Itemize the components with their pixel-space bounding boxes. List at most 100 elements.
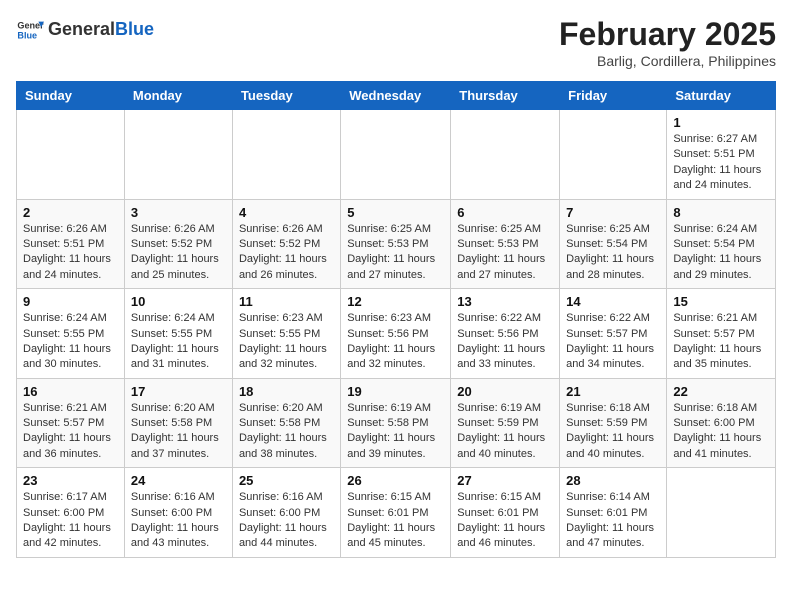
weekday-header-row: SundayMondayTuesdayWednesdayThursdayFrid… [17, 82, 776, 110]
calendar-week-row: 9 Sunrise: 6:24 AM Sunset: 5:55 PM Daylig… [17, 289, 776, 379]
logo-general-text: General [48, 19, 115, 39]
calendar-cell: 9 Sunrise: 6:24 AM Sunset: 5:55 PM Daylig… [17, 289, 125, 379]
logo-blue-text: Blue [115, 19, 154, 39]
calendar-cell: 8 Sunrise: 6:24 AM Sunset: 5:54 PM Daylig… [667, 199, 776, 289]
calendar-cell: 10Sunrise: 6:24 AM Sunset: 5:55 PM Dayli… [124, 289, 232, 379]
day-info: Sunrise: 6:20 AM Sunset: 5:58 PM Dayligh… [239, 401, 334, 463]
day-info: Sunrise: 6:20 AM Sunset: 5:58 PM Dayligh… [131, 401, 226, 463]
day-number: 25 [239, 473, 334, 488]
calendar-cell: 19 Sunrise: 6:19 AM Sunset: 5:58 PM Dayli… [341, 378, 451, 468]
weekday-header-wednesday: Wednesday [341, 82, 451, 110]
weekday-header-sunday: Sunday [17, 82, 125, 110]
day-info: Sunrise: 6:23 AM Sunset: 5:56 PM Dayligh… [347, 311, 444, 373]
day-info: Sunrise: 6:15 AM Sunset: 6:01 PM Dayligh… [347, 490, 444, 552]
day-number: 19 [347, 384, 444, 399]
calendar-cell: 16 Sunrise: 6:21 AM Sunset: 5:57 PM Dayli… [17, 378, 125, 468]
day-info: Sunrise: 6:14 AM Sunset: 6:01 PM Dayligh… [566, 490, 660, 552]
calendar-cell: 11 Sunrise: 6:23 AM Sunset: 5:55 PM Dayli… [232, 289, 340, 379]
weekday-header-thursday: Thursday [451, 82, 560, 110]
calendar-cell: 2 Sunrise: 6:26 AM Sunset: 5:51 PM Daylig… [17, 199, 125, 289]
svg-text:Blue: Blue [17, 30, 37, 40]
day-info: Sunrise: 6:25 AM Sunset: 5:53 PM Dayligh… [457, 222, 553, 284]
day-info: Sunrise: 6:22 AM Sunset: 5:57 PM Dayligh… [566, 311, 660, 373]
calendar-week-row: 2 Sunrise: 6:26 AM Sunset: 5:51 PM Daylig… [17, 199, 776, 289]
day-number: 9 [23, 294, 118, 309]
weekday-header-friday: Friday [560, 82, 667, 110]
weekday-header-monday: Monday [124, 82, 232, 110]
day-info: Sunrise: 6:24 AM Sunset: 5:54 PM Dayligh… [673, 222, 769, 284]
title-block: February 2025 Barlig, Cordillera, Philip… [559, 16, 776, 69]
day-info: Sunrise: 6:26 AM Sunset: 5:52 PM Dayligh… [131, 222, 226, 284]
calendar-cell: 7 Sunrise: 6:25 AM Sunset: 5:54 PM Daylig… [560, 199, 667, 289]
calendar-cell: 22Sunrise: 6:18 AM Sunset: 6:00 PM Dayli… [667, 378, 776, 468]
day-number: 26 [347, 473, 444, 488]
day-info: Sunrise: 6:16 AM Sunset: 6:00 PM Dayligh… [239, 490, 334, 552]
day-number: 2 [23, 205, 118, 220]
day-info: Sunrise: 6:21 AM Sunset: 5:57 PM Dayligh… [23, 401, 118, 463]
calendar-cell: 6 Sunrise: 6:25 AM Sunset: 5:53 PM Daylig… [451, 199, 560, 289]
calendar-cell: 17 Sunrise: 6:20 AM Sunset: 5:58 PM Dayli… [124, 378, 232, 468]
day-number: 7 [566, 205, 660, 220]
calendar-cell: 21 Sunrise: 6:18 AM Sunset: 5:59 PM Dayli… [560, 378, 667, 468]
day-info: Sunrise: 6:26 AM Sunset: 5:51 PM Dayligh… [23, 222, 118, 284]
day-number: 17 [131, 384, 226, 399]
day-number: 18 [239, 384, 334, 399]
day-info: Sunrise: 6:18 AM Sunset: 5:59 PM Dayligh… [566, 401, 660, 463]
calendar-week-row: 16 Sunrise: 6:21 AM Sunset: 5:57 PM Dayli… [17, 378, 776, 468]
day-number: 5 [347, 205, 444, 220]
calendar-cell: 4 Sunrise: 6:26 AM Sunset: 5:52 PM Daylig… [232, 199, 340, 289]
day-number: 11 [239, 294, 334, 309]
day-info: Sunrise: 6:26 AM Sunset: 5:52 PM Dayligh… [239, 222, 334, 284]
day-number: 8 [673, 205, 769, 220]
day-info: Sunrise: 6:19 AM Sunset: 5:58 PM Dayligh… [347, 401, 444, 463]
logo: General Blue GeneralBlue [16, 16, 154, 44]
day-number: 1 [673, 115, 769, 130]
calendar-cell: 14Sunrise: 6:22 AM Sunset: 5:57 PM Dayli… [560, 289, 667, 379]
day-number: 15 [673, 294, 769, 309]
page-header: General Blue GeneralBlue February 2025 B… [16, 16, 776, 69]
calendar-cell [341, 110, 451, 200]
calendar-cell: 28Sunrise: 6:14 AM Sunset: 6:01 PM Dayli… [560, 468, 667, 558]
calendar-cell: 13Sunrise: 6:22 AM Sunset: 5:56 PM Dayli… [451, 289, 560, 379]
calendar-table: SundayMondayTuesdayWednesdayThursdayFrid… [16, 81, 776, 558]
calendar-cell: 15 Sunrise: 6:21 AM Sunset: 5:57 PM Dayli… [667, 289, 776, 379]
day-number: 3 [131, 205, 226, 220]
calendar-cell: 1Sunrise: 6:27 AM Sunset: 5:51 PM Daylig… [667, 110, 776, 200]
day-info: Sunrise: 6:23 AM Sunset: 5:55 PM Dayligh… [239, 311, 334, 373]
calendar-cell [17, 110, 125, 200]
day-number: 4 [239, 205, 334, 220]
day-info: Sunrise: 6:24 AM Sunset: 5:55 PM Dayligh… [23, 311, 118, 373]
calendar-cell: 23Sunrise: 6:17 AM Sunset: 6:00 PM Dayli… [17, 468, 125, 558]
calendar-cell [451, 110, 560, 200]
day-number: 21 [566, 384, 660, 399]
day-number: 16 [23, 384, 118, 399]
day-info: Sunrise: 6:15 AM Sunset: 6:01 PM Dayligh… [457, 490, 553, 552]
calendar-cell: 18 Sunrise: 6:20 AM Sunset: 5:58 PM Dayli… [232, 378, 340, 468]
month-title: February 2025 [559, 16, 776, 53]
day-number: 6 [457, 205, 553, 220]
calendar-week-row: 23Sunrise: 6:17 AM Sunset: 6:00 PM Dayli… [17, 468, 776, 558]
day-number: 27 [457, 473, 553, 488]
day-info: Sunrise: 6:21 AM Sunset: 5:57 PM Dayligh… [673, 311, 769, 373]
day-info: Sunrise: 6:25 AM Sunset: 5:54 PM Dayligh… [566, 222, 660, 284]
calendar-cell [124, 110, 232, 200]
location-text: Barlig, Cordillera, Philippines [559, 53, 776, 69]
day-number: 12 [347, 294, 444, 309]
calendar-cell: 3 Sunrise: 6:26 AM Sunset: 5:52 PM Daylig… [124, 199, 232, 289]
calendar-week-row: 1Sunrise: 6:27 AM Sunset: 5:51 PM Daylig… [17, 110, 776, 200]
weekday-header-tuesday: Tuesday [232, 82, 340, 110]
day-info: Sunrise: 6:24 AM Sunset: 5:55 PM Dayligh… [131, 311, 226, 373]
calendar-cell: 26 Sunrise: 6:15 AM Sunset: 6:01 PM Dayli… [341, 468, 451, 558]
day-info: Sunrise: 6:17 AM Sunset: 6:00 PM Dayligh… [23, 490, 118, 552]
day-info: Sunrise: 6:22 AM Sunset: 5:56 PM Dayligh… [457, 311, 553, 373]
calendar-cell: 25 Sunrise: 6:16 AM Sunset: 6:00 PM Dayli… [232, 468, 340, 558]
calendar-cell: 27 Sunrise: 6:15 AM Sunset: 6:01 PM Dayli… [451, 468, 560, 558]
calendar-cell: 24 Sunrise: 6:16 AM Sunset: 6:00 PM Dayli… [124, 468, 232, 558]
logo-icon: General Blue [16, 16, 44, 44]
day-number: 24 [131, 473, 226, 488]
calendar-cell [560, 110, 667, 200]
day-number: 20 [457, 384, 553, 399]
day-info: Sunrise: 6:18 AM Sunset: 6:00 PM Dayligh… [673, 401, 769, 463]
calendar-cell [667, 468, 776, 558]
day-info: Sunrise: 6:16 AM Sunset: 6:00 PM Dayligh… [131, 490, 226, 552]
